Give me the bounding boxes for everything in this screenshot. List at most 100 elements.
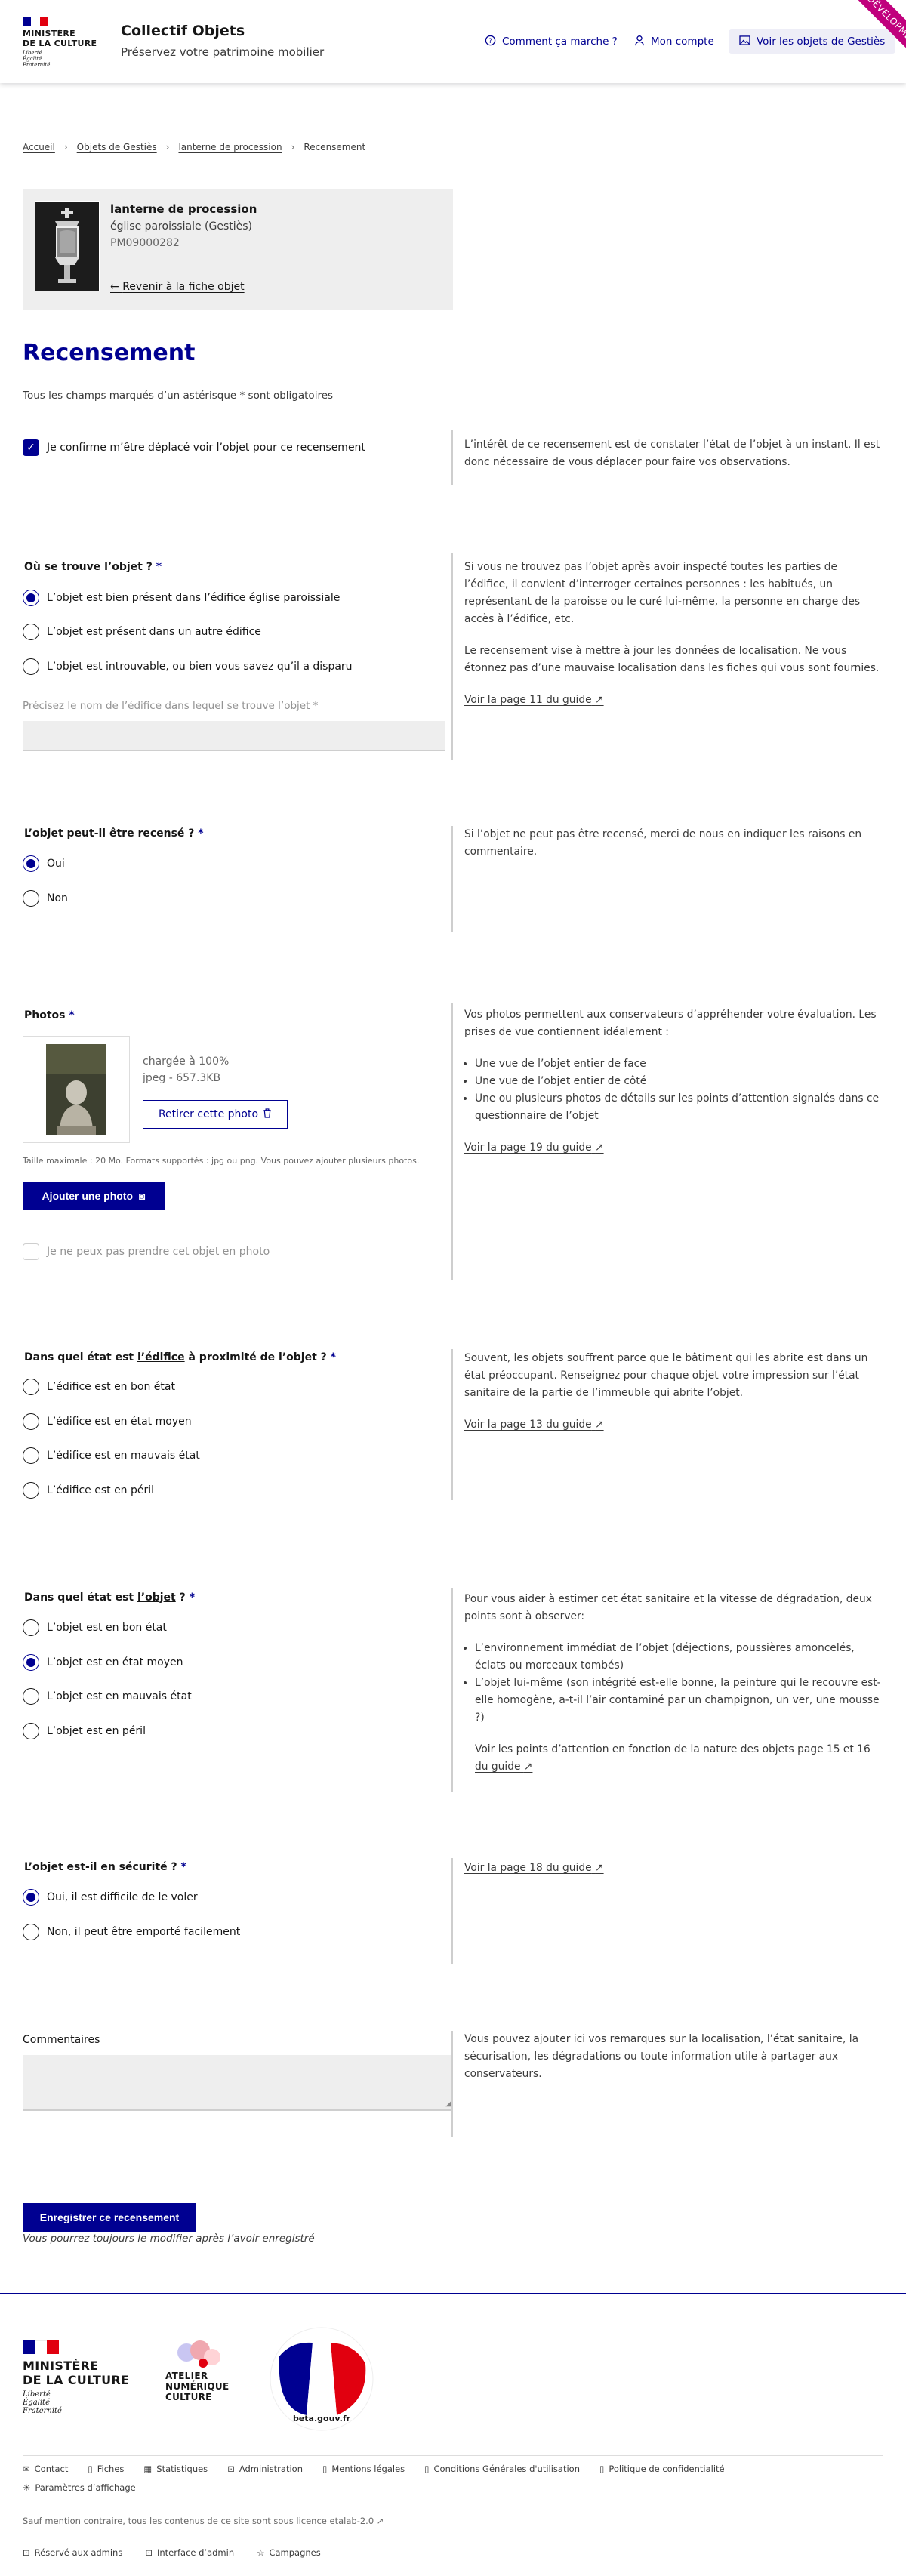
radio-selected[interactable] xyxy=(23,590,39,606)
radio[interactable] xyxy=(23,1688,39,1705)
help-divider xyxy=(451,1858,453,1964)
admin-bar: ⊡ Réservé aux admins ⊡ Interface d’admin ☆… xyxy=(23,2547,321,2558)
radio[interactable] xyxy=(23,1379,39,1395)
object-option-medium[interactable]: L’objet est en état moyen xyxy=(23,1654,183,1671)
comments-textarea[interactable]: ◢ xyxy=(23,2055,453,2111)
view-commune-objects-link[interactable]: Voir les objets de Gestiès xyxy=(729,29,896,54)
site-footer xyxy=(0,2293,906,2576)
footer-ministry-logo[interactable]: MINISTÈRE DE LA CULTURE xyxy=(23,2359,129,2387)
radio[interactable] xyxy=(23,1482,39,1499)
license-note: Sauf mention contraire, tous les contenu… xyxy=(23,2516,384,2526)
radio[interactable] xyxy=(23,658,39,675)
guide-link-page-11[interactable]: Voir la page 11 du guide ↗ xyxy=(464,694,604,706)
back-to-object-link[interactable]: ← Revenir à la fiche objet xyxy=(110,281,245,293)
footer-link-cgu[interactable]: ▯ Conditions Générales d'utilisation xyxy=(424,2464,580,2474)
location-option-present[interactable]: L’objet est bien présent dans l’édifice … xyxy=(23,590,340,606)
location-option-other-building[interactable]: L’objet est présent dans un autre édific… xyxy=(23,624,261,640)
admin-interface-link[interactable]: ⊡ Interface d’admin xyxy=(145,2547,234,2558)
lock-icon: ⊡ xyxy=(145,2547,153,2558)
view-commune-objects-label: Voir les objets de Gestiès xyxy=(757,35,886,48)
object-thumbnail xyxy=(35,201,100,291)
edifice-option-medium[interactable]: L’édifice est en état moyen xyxy=(23,1413,192,1430)
image-icon xyxy=(739,35,750,48)
arrow-left-icon: ← xyxy=(110,281,119,293)
external-link-icon: ↗ xyxy=(595,1419,604,1431)
recensable-option-yes[interactable]: Oui xyxy=(23,855,65,872)
display-settings-link[interactable]: ☀ Paramètres d’affichage xyxy=(23,2482,136,2493)
guide-link-page-19[interactable]: Voir la page 19 du guide ↗ xyxy=(464,1142,604,1154)
guide-link-page-15-16[interactable]: Voir les points d’attention en fonction … xyxy=(475,1741,883,1776)
beta-gouv-label: beta.gouv.fr xyxy=(292,2414,351,2423)
footer-link-privacy[interactable]: ▯ Politique de confidentialité xyxy=(599,2464,725,2474)
resize-handle-icon[interactable]: ◢ xyxy=(445,2100,451,2108)
security-option-yes[interactable]: Oui, il est difficile de le voler xyxy=(23,1889,198,1906)
recensable-help: Si l’objet ne peut pas être recensé, mer… xyxy=(464,828,862,858)
chart-icon: ▦ xyxy=(143,2464,153,2474)
external-link-icon: ↗ xyxy=(595,1862,604,1874)
object-option-peril[interactable]: L’objet est en péril xyxy=(23,1723,146,1739)
radio-selected[interactable] xyxy=(23,1889,39,1906)
no-photo-checkbox[interactable]: Je ne peux pas prendre cet objet en phot… xyxy=(23,1243,270,1260)
photos-help: Vos photos permettent aux conservateurs … xyxy=(464,1006,883,1157)
footer-link-contact[interactable]: ✉ Contact xyxy=(23,2464,68,2474)
confirm-visit-checkbox[interactable]: ✓ Je confirme m’être déplacé voir l’obje… xyxy=(23,439,365,456)
add-photo-button[interactable]: Ajouter une photo ◙ xyxy=(23,1182,165,1210)
external-link-icon: ↗ xyxy=(376,2516,384,2526)
mail-icon: ✉ xyxy=(23,2464,30,2474)
atelier-numerique-logo[interactable]: ATELIER NUMÉRIQUE CULTURE xyxy=(155,2340,245,2408)
checkbox-checked-icon[interactable]: ✓ xyxy=(23,439,39,456)
object-option-good[interactable]: L’objet est en bon état xyxy=(23,1619,167,1636)
file-icon: ▯ xyxy=(424,2464,430,2474)
edifice-option-peril[interactable]: L’édifice est en péril xyxy=(23,1482,154,1499)
radio-selected[interactable] xyxy=(23,855,39,872)
external-link-icon: ↗ xyxy=(595,1142,604,1154)
object-name: lanterne de procession xyxy=(110,202,257,216)
recensable-question-label: L’objet peut-il être recensé ? * xyxy=(24,827,204,840)
how-it-works-link[interactable]: ? Comment ça marche ? xyxy=(485,33,618,50)
footer-link-admin[interactable]: ⊡ Administration xyxy=(227,2464,303,2474)
security-option-no[interactable]: Non, il peut être emporté facilement xyxy=(23,1924,240,1940)
footer-link-stats[interactable]: ▦ Statistiques xyxy=(143,2464,208,2474)
confirm-visit-label: Je confirme m’être déplacé voir l’objet … xyxy=(47,442,365,454)
radio[interactable] xyxy=(23,624,39,640)
guide-link-page-18[interactable]: Voir la page 18 du guide ↗ xyxy=(464,1862,604,1874)
radio-selected[interactable] xyxy=(23,1654,39,1671)
ministry-logo-text[interactable]: MINISTÈRE DE LA CULTURE xyxy=(23,29,97,48)
campaigns-link[interactable]: ☆ Campagnes xyxy=(257,2547,321,2558)
footer-link-fiches[interactable]: ▯ Fiches xyxy=(88,2464,124,2474)
breadcrumb-home[interactable]: Accueil xyxy=(23,142,55,153)
building-name-input[interactable] xyxy=(23,721,445,751)
edifice-option-good[interactable]: L’édifice est en bon état xyxy=(23,1379,175,1395)
object-option-bad[interactable]: L’objet est en mauvais état xyxy=(23,1688,192,1705)
license-link[interactable]: licence etalab-2.0 xyxy=(296,2516,374,2526)
radio[interactable] xyxy=(23,1723,39,1739)
location-option-missing[interactable]: L’objet est introuvable, ou bien vous sa… xyxy=(23,658,353,675)
radio[interactable] xyxy=(23,1924,39,1940)
guide-link-page-13[interactable]: Voir la page 13 du guide ↗ xyxy=(464,1419,604,1431)
confirm-help: L’intérêt de ce recensement est de const… xyxy=(464,439,880,468)
mandatory-note: Tous les champs marqués d’un astérisque … xyxy=(23,390,334,402)
save-census-button[interactable]: Enregistrer ce recensement xyxy=(23,2203,196,2232)
marianne-flag-icon xyxy=(23,17,48,26)
radio[interactable] xyxy=(23,1619,39,1636)
site-title[interactable]: Collectif Objets xyxy=(121,23,245,39)
upload-status: chargée à 100% xyxy=(143,1055,230,1068)
location-help: Si vous ne trouvez pas l’objet après avo… xyxy=(464,561,880,706)
breadcrumb-object[interactable]: lanterne de procession xyxy=(178,142,282,153)
recensable-option-no[interactable]: Non xyxy=(23,890,68,907)
help-divider xyxy=(451,553,453,760)
breadcrumb-objects[interactable]: Objets de Gestiès xyxy=(77,142,157,153)
my-account-link[interactable]: Mon compte xyxy=(634,33,714,50)
file-icon: ▯ xyxy=(322,2464,328,2474)
question-circle-icon: ? xyxy=(485,35,496,49)
edifice-option-bad[interactable]: L’édifice est en mauvais état xyxy=(23,1447,200,1464)
building-name-label: Précisez le nom de l’édifice dans lequel… xyxy=(23,700,319,712)
remove-photo-button[interactable]: Retirer cette photo xyxy=(143,1100,288,1129)
checkbox-disabled[interactable] xyxy=(23,1243,39,1260)
user-icon xyxy=(634,35,645,49)
radio[interactable] xyxy=(23,1413,39,1430)
radio[interactable] xyxy=(23,1447,39,1464)
radio[interactable] xyxy=(23,890,39,907)
beta-gouv-logo[interactable]: beta.gouv.fr xyxy=(269,2326,374,2432)
footer-link-legal[interactable]: ▯ Mentions légales xyxy=(322,2464,405,2474)
